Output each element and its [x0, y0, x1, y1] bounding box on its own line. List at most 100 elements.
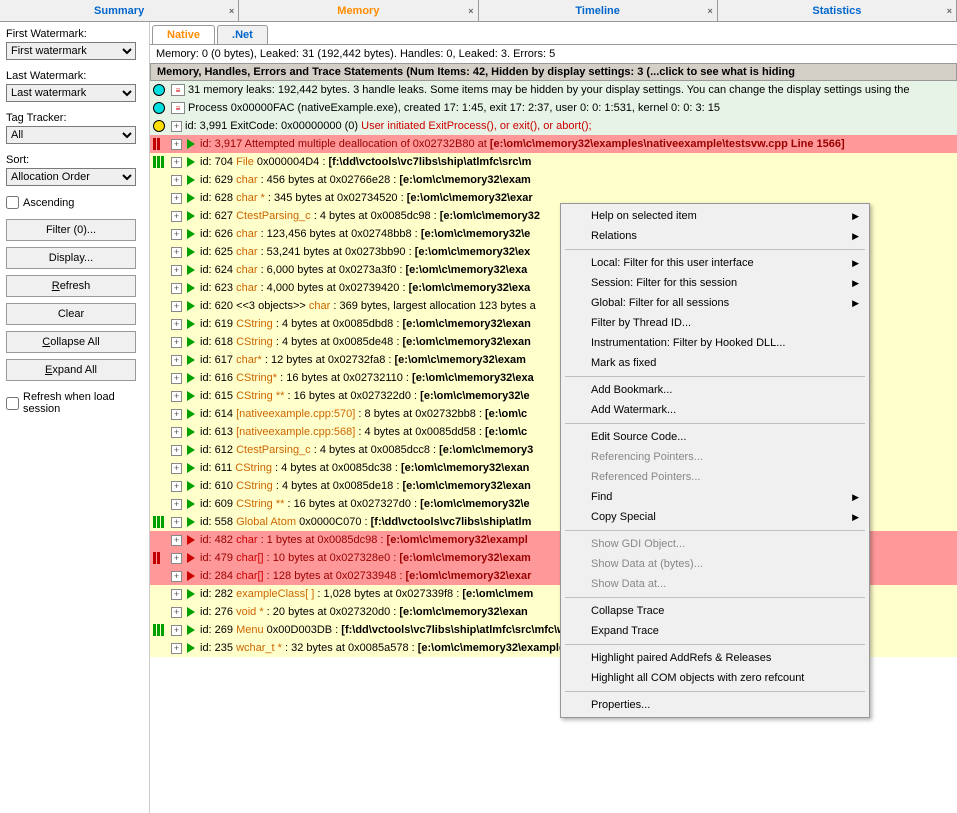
menu-item[interactable]: Properties...: [563, 695, 867, 715]
menu-item[interactable]: Edit Source Code...: [563, 427, 867, 447]
first-watermark-label: First Watermark:: [6, 28, 143, 40]
ascending-checkbox[interactable]: [6, 196, 19, 209]
expand-icon[interactable]: +: [171, 463, 182, 474]
triangle-icon: [187, 643, 195, 653]
info-row[interactable]: +id: 3,991 ExitCode: 0x00000000 (0) User…: [150, 117, 957, 135]
expand-icon[interactable]: +: [171, 175, 182, 186]
expand-icon[interactable]: +: [171, 481, 182, 492]
submenu-arrow-icon: ▶: [852, 512, 859, 523]
row-text: id: 613 [nativeexample.cpp:568] : 4 byte…: [200, 426, 527, 438]
row-text: id: 629 char : 456 bytes at 0x02766e28 :…: [200, 174, 531, 186]
main-tab-summary[interactable]: Summary×: [0, 0, 239, 21]
refresh-button[interactable]: Refresh: [6, 275, 136, 297]
memory-row[interactable]: + id: 629 char : 456 bytes at 0x02766e28 …: [150, 171, 957, 189]
triangle-icon: [187, 427, 195, 437]
expand-icon[interactable]: +: [171, 247, 182, 258]
menu-item[interactable]: Add Bookmark...: [563, 380, 867, 400]
menu-item[interactable]: Expand Trace: [563, 621, 867, 641]
expand-icon[interactable]: +: [171, 607, 182, 618]
info-row[interactable]: ≡Process 0x00000FAC (nativeExample.exe),…: [150, 99, 957, 117]
menu-item[interactable]: Highlight all COM objects with zero refc…: [563, 668, 867, 688]
expand-icon[interactable]: +: [171, 409, 182, 420]
main-tab-memory[interactable]: Memory×: [239, 0, 478, 21]
expand-icon[interactable]: +: [171, 589, 182, 600]
menu-item[interactable]: Help on selected item▶: [563, 206, 867, 226]
triangle-icon: [187, 139, 195, 149]
info-row[interactable]: ≡31 memory leaks: 192,442 bytes. 3 handl…: [150, 81, 957, 99]
triangle-icon: [187, 373, 195, 383]
triangle-icon: [187, 535, 195, 545]
row-text: id: 558 Global Atom 0x0000C070 : [f:\dd\…: [200, 516, 531, 528]
expand-icon[interactable]: +: [171, 571, 182, 582]
collapse-all-button[interactable]: Collapse All: [6, 331, 136, 353]
row-text: id: 628 char * : 345 bytes at 0x02734520…: [200, 192, 533, 204]
expand-icon[interactable]: +: [171, 283, 182, 294]
menu-item[interactable]: Relations▶: [563, 226, 867, 246]
expand-icon[interactable]: +: [171, 193, 182, 204]
status-circle-icon: [152, 83, 166, 97]
expand-icon[interactable]: +: [171, 229, 182, 240]
expand-icon[interactable]: +: [171, 517, 182, 528]
filter-button[interactable]: Filter (0)...: [6, 219, 136, 241]
expand-icon[interactable]: +: [171, 427, 182, 438]
menu-item[interactable]: Global: Filter for all sessions▶: [563, 293, 867, 313]
expand-icon[interactable]: +: [171, 643, 182, 654]
submenu-arrow-icon: ▶: [852, 492, 859, 503]
header-bar[interactable]: Memory, Handles, Errors and Trace Statem…: [150, 63, 957, 81]
expand-icon[interactable]: +: [171, 139, 182, 150]
expand-icon[interactable]: +: [171, 391, 182, 402]
expand-icon[interactable]: +: [171, 211, 182, 222]
expand-icon[interactable]: +: [171, 355, 182, 366]
row-text: id: 625 char : 53,241 bytes at 0x0273bb9…: [200, 246, 530, 258]
main-tab-timeline[interactable]: Timeline×: [479, 0, 718, 21]
close-icon[interactable]: ×: [947, 6, 952, 16]
expand-icon[interactable]: +: [171, 337, 182, 348]
sub-tab-native[interactable]: Native: [152, 25, 215, 44]
expand-icon[interactable]: +: [171, 319, 182, 330]
menu-item[interactable]: Copy Special▶: [563, 507, 867, 527]
menu-item[interactable]: Session: Filter for this session▶: [563, 273, 867, 293]
display-button[interactable]: Display...: [6, 247, 136, 269]
menu-item: Show Data at (bytes)...: [563, 554, 867, 574]
close-icon[interactable]: ×: [707, 6, 712, 16]
main-tab-statistics[interactable]: Statistics×: [718, 0, 957, 21]
triangle-icon: [187, 481, 195, 491]
expand-icon[interactable]: +: [171, 157, 182, 168]
last-watermark-select[interactable]: Last watermark: [6, 84, 136, 102]
expand-icon[interactable]: +: [171, 625, 182, 636]
expand-icon[interactable]: +: [171, 499, 182, 510]
expand-icon[interactable]: +: [171, 301, 182, 312]
expand-all-button[interactable]: Expand All: [6, 359, 136, 381]
triangle-icon: [187, 211, 195, 221]
close-icon[interactable]: ×: [229, 6, 234, 16]
bars-icon: [152, 551, 166, 565]
sort-select[interactable]: Allocation Order: [6, 168, 136, 186]
main-tabs: Summary×Memory×Timeline×Statistics×: [0, 0, 957, 22]
expand-icon[interactable]: +: [171, 373, 182, 384]
memory-row[interactable]: +id: 704 File 0x000004D4 : [f:\dd\vctool…: [150, 153, 957, 171]
expand-icon[interactable]: +: [171, 535, 182, 546]
expand-icon[interactable]: +: [171, 445, 182, 456]
expand-icon[interactable]: +: [171, 265, 182, 276]
expand-icon[interactable]: +: [171, 553, 182, 564]
menu-item[interactable]: Highlight paired AddRefs & Releases: [563, 648, 867, 668]
triangle-icon: [187, 517, 195, 527]
expand-icon[interactable]: +: [171, 121, 182, 132]
menu-item[interactable]: Local: Filter for this user interface▶: [563, 253, 867, 273]
row-text: id: 3,991 ExitCode: 0x00000000 (0) User …: [185, 120, 592, 132]
triangle-icon: [187, 157, 195, 167]
menu-item[interactable]: Add Watermark...: [563, 400, 867, 420]
clear-button[interactable]: Clear: [6, 303, 136, 325]
menu-item[interactable]: Find▶: [563, 487, 867, 507]
triangle-icon: [187, 607, 195, 617]
sub-tab-net[interactable]: .Net: [217, 25, 268, 44]
close-icon[interactable]: ×: [468, 6, 473, 16]
tag-tracker-select[interactable]: All: [6, 126, 136, 144]
menu-item[interactable]: Collapse Trace: [563, 601, 867, 621]
first-watermark-select[interactable]: First watermark: [6, 42, 136, 60]
menu-item[interactable]: Filter by Thread ID...: [563, 313, 867, 333]
menu-item[interactable]: Mark as fixed: [563, 353, 867, 373]
menu-item[interactable]: Instrumentation: Filter by Hooked DLL...: [563, 333, 867, 353]
memory-row[interactable]: +id: 3,917 Attempted multiple deallocati…: [150, 135, 957, 153]
refresh-load-checkbox[interactable]: [6, 397, 19, 410]
